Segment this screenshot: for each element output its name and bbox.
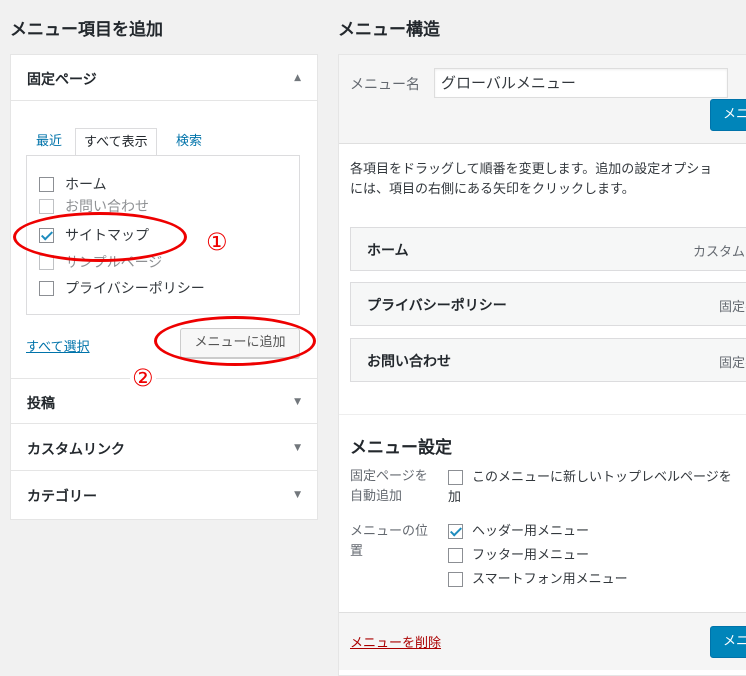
location-label: フッター用メニュー xyxy=(472,548,590,563)
annotation-ellipse-1 xyxy=(13,212,187,262)
menu-name-input[interactable]: グローバルメニュー xyxy=(434,68,728,98)
location-label: ヘッダー用メニュー xyxy=(472,524,590,539)
checkbox-checked[interactable] xyxy=(448,524,463,539)
checkbox[interactable] xyxy=(448,548,463,563)
divider xyxy=(339,414,746,415)
delete-menu-link[interactable]: メニューを削除 xyxy=(350,632,441,651)
auto-add-label-2: 自動追加 xyxy=(350,489,403,504)
expand-arrow-icon[interactable]: ▼ xyxy=(294,397,301,407)
location-label: スマートフォン用メニュー xyxy=(472,572,628,587)
accordion-custom-links-header[interactable]: カスタムリンク ▼ xyxy=(11,425,317,471)
accordion-pages-header[interactable]: 固定ページ ▲ xyxy=(11,55,317,101)
annotation-number-2: ② xyxy=(130,364,156,392)
expand-arrow-icon[interactable]: ▼ xyxy=(294,443,301,453)
accordion-pages-title: 固定ページ xyxy=(27,72,97,88)
checkbox[interactable] xyxy=(39,177,54,192)
menu-structure-title: メニュー構造 xyxy=(338,20,440,40)
menu-item-home[interactable]: ホーム カスタム xyxy=(350,227,746,271)
menu-item-type: 固定ペ xyxy=(719,356,746,371)
checkbox[interactable] xyxy=(39,281,54,296)
instructions-line-1: 各項目をドラッグして順番を変更します。追加の設定オプショ xyxy=(350,162,713,177)
checkbox[interactable] xyxy=(448,572,463,587)
menu-item-type: カスタム xyxy=(693,245,746,260)
menu-item-type: 固定ペ xyxy=(719,300,746,315)
instructions-line-2: には、項目の右側にある矢印をクリックします。 xyxy=(350,182,635,197)
tab-search[interactable]: 検索 xyxy=(176,128,202,156)
annotation-ellipse-2 xyxy=(154,316,316,366)
menu-location-label-2: 置 xyxy=(350,544,364,559)
collapse-arrow-icon[interactable]: ▲ xyxy=(294,73,301,83)
checklist-item-label: ホーム xyxy=(65,177,107,193)
select-all-link[interactable]: すべて選択 xyxy=(26,336,90,355)
save-menu-button[interactable]: メニ xyxy=(710,99,746,131)
menu-location-label: メニューの位 xyxy=(350,524,429,539)
expand-arrow-icon[interactable]: ▼ xyxy=(294,490,301,500)
accordion-categories-header[interactable]: カテゴリー ▼ xyxy=(11,472,317,518)
accordion-custom-links-title: カスタムリンク xyxy=(27,442,125,458)
menu-name-label: メニュー名 xyxy=(350,77,420,93)
save-menu-button-bottom[interactable]: メニ xyxy=(710,626,746,658)
accordion-posts-title: 投稿 xyxy=(27,396,55,412)
accordion-categories-title: カテゴリー xyxy=(27,489,97,505)
tab-recent[interactable]: 最近 xyxy=(36,128,62,156)
menu-settings-title: メニュー設定 xyxy=(350,438,452,458)
auto-add-label: 固定ページを xyxy=(350,469,428,484)
menu-item-title: プライバシーポリシー xyxy=(367,298,507,314)
menu-item-contact[interactable]: お問い合わせ 固定ペ xyxy=(350,338,746,382)
add-menu-items-title: メニュー項目を追加 xyxy=(10,20,163,40)
checkbox[interactable] xyxy=(39,199,54,214)
annotation-number-1: ① xyxy=(206,228,228,256)
tab-view-all[interactable]: すべて表示 xyxy=(75,128,157,156)
checklist-item-label: プライバシーポリシー xyxy=(65,281,205,297)
menu-item-title: ホーム xyxy=(367,243,409,259)
accordion-posts-header[interactable]: 投稿 ▼ xyxy=(11,378,317,424)
menu-item-privacy-policy[interactable]: プライバシーポリシー 固定ペ xyxy=(350,282,746,326)
auto-add-text: このメニューに新しいトップレベルページを xyxy=(472,470,732,485)
auto-add-text-2: 加 xyxy=(448,490,462,505)
auto-add-checkbox[interactable] xyxy=(448,470,463,485)
menu-item-title: お問い合わせ xyxy=(367,354,451,370)
